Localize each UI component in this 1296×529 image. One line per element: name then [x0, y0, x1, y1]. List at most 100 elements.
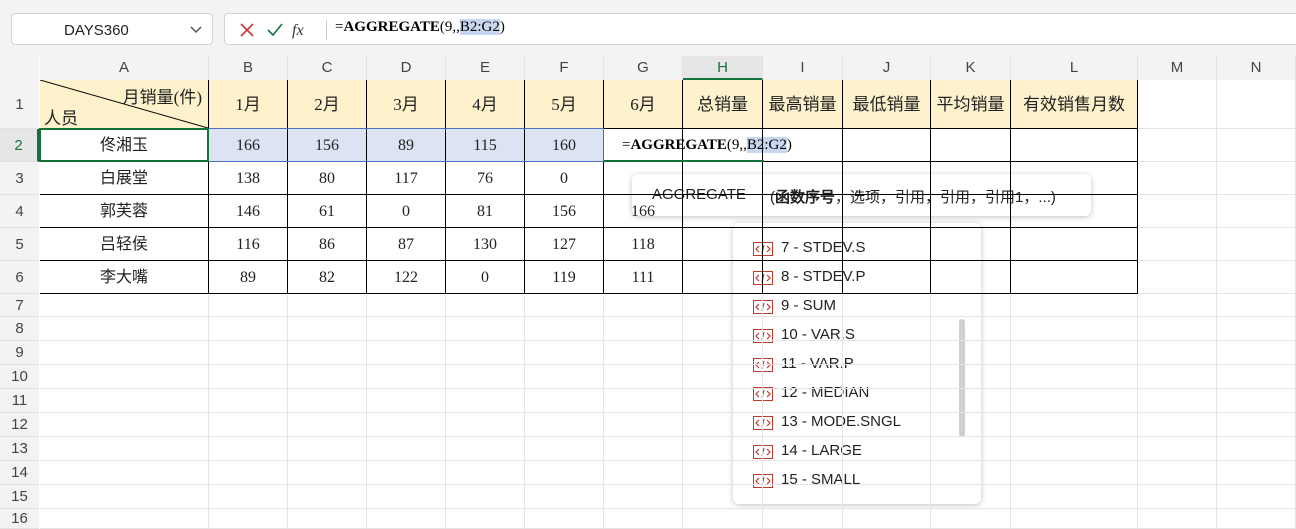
- cell-value[interactable]: [843, 129, 931, 162]
- cell-value[interactable]: 130: [446, 228, 525, 261]
- cell[interactable]: [604, 485, 683, 509]
- cell[interactable]: [40, 294, 209, 317]
- cell[interactable]: [288, 509, 367, 529]
- cell-value[interactable]: [931, 162, 1011, 195]
- header-cell-metric[interactable]: 平均销量: [931, 80, 1011, 129]
- cell[interactable]: [931, 389, 1011, 413]
- column-header-l[interactable]: L: [1011, 56, 1138, 80]
- cell[interactable]: [209, 341, 288, 365]
- cell[interactable]: [1138, 80, 1217, 129]
- cell[interactable]: [683, 317, 763, 341]
- cell-value[interactable]: [683, 261, 763, 294]
- cell[interactable]: [763, 365, 843, 389]
- cell[interactable]: [1217, 195, 1296, 228]
- cell[interactable]: [843, 341, 931, 365]
- cell[interactable]: [604, 461, 683, 485]
- cell-value[interactable]: 156: [525, 195, 604, 228]
- cell[interactable]: [843, 485, 931, 509]
- cell-value[interactable]: [1011, 195, 1138, 228]
- cell-value[interactable]: 87: [367, 228, 446, 261]
- cell-value[interactable]: 76: [446, 162, 525, 195]
- column-header-j[interactable]: J: [843, 56, 931, 80]
- row-header-5[interactable]: 5: [0, 228, 39, 261]
- column-header-a[interactable]: A: [40, 56, 209, 80]
- cell-value[interactable]: [604, 162, 683, 195]
- cell[interactable]: [683, 437, 763, 461]
- cell[interactable]: [1217, 389, 1296, 413]
- cell[interactable]: [525, 413, 604, 437]
- cell[interactable]: [683, 509, 763, 529]
- cell[interactable]: [209, 389, 288, 413]
- cell-name[interactable]: 郭芙蓉: [40, 195, 209, 228]
- header-cell-month[interactable]: 4月: [446, 80, 525, 129]
- cell[interactable]: [931, 413, 1011, 437]
- cell[interactable]: [1011, 317, 1138, 341]
- cell[interactable]: [604, 317, 683, 341]
- cell-value[interactable]: 117: [367, 162, 446, 195]
- header-cell-metric[interactable]: 最高销量: [763, 80, 843, 129]
- cell[interactable]: [1138, 413, 1217, 437]
- cell[interactable]: [288, 485, 367, 509]
- cell[interactable]: [683, 461, 763, 485]
- cell-value[interactable]: [843, 261, 931, 294]
- cell[interactable]: [367, 485, 446, 509]
- cell-value[interactable]: 166: [209, 129, 288, 162]
- select-all-corner[interactable]: [0, 56, 39, 80]
- cell[interactable]: [763, 509, 843, 529]
- row-header-16[interactable]: 16: [0, 509, 39, 529]
- cell-value[interactable]: 80: [288, 162, 367, 195]
- cell[interactable]: [843, 437, 931, 461]
- column-header-e[interactable]: E: [446, 56, 525, 80]
- cell[interactable]: [683, 389, 763, 413]
- cell[interactable]: [1011, 341, 1138, 365]
- column-header-d[interactable]: D: [367, 56, 446, 80]
- cell[interactable]: [367, 509, 446, 529]
- cell[interactable]: [525, 341, 604, 365]
- cell[interactable]: [1217, 509, 1296, 529]
- cell-value[interactable]: [1011, 162, 1138, 195]
- cell[interactable]: [931, 294, 1011, 317]
- cell[interactable]: [931, 437, 1011, 461]
- cell[interactable]: [367, 437, 446, 461]
- cell[interactable]: [525, 294, 604, 317]
- cell[interactable]: [446, 294, 525, 317]
- cell[interactable]: [1138, 129, 1217, 162]
- cell[interactable]: [367, 341, 446, 365]
- cell[interactable]: [446, 485, 525, 509]
- cell[interactable]: [288, 294, 367, 317]
- cell[interactable]: [763, 485, 843, 509]
- cell-value[interactable]: [683, 129, 763, 162]
- cell[interactable]: [525, 437, 604, 461]
- cell[interactable]: [446, 389, 525, 413]
- cell[interactable]: [1138, 365, 1217, 389]
- cell[interactable]: [525, 509, 604, 529]
- cell-value[interactable]: 138: [209, 162, 288, 195]
- cell[interactable]: [1138, 294, 1217, 317]
- row-header-6[interactable]: 6: [0, 261, 39, 294]
- cell[interactable]: [367, 365, 446, 389]
- cell[interactable]: [209, 461, 288, 485]
- row-header-8[interactable]: 8: [0, 317, 39, 341]
- formula-text[interactable]: =AGGREGATE(9,,B2:G2): [335, 19, 505, 36]
- cell-value[interactable]: 160: [525, 129, 604, 162]
- cell-value[interactable]: 0: [525, 162, 604, 195]
- cell[interactable]: [683, 485, 763, 509]
- cell[interactable]: [446, 317, 525, 341]
- cell[interactable]: [1011, 365, 1138, 389]
- row-header-3[interactable]: 3: [0, 162, 39, 195]
- cell[interactable]: [1217, 294, 1296, 317]
- cell[interactable]: [604, 389, 683, 413]
- cell[interactable]: [931, 317, 1011, 341]
- cell[interactable]: [367, 413, 446, 437]
- cell[interactable]: [931, 341, 1011, 365]
- cell[interactable]: [1138, 228, 1217, 261]
- cell[interactable]: [843, 413, 931, 437]
- cell[interactable]: [763, 437, 843, 461]
- cell[interactable]: [931, 365, 1011, 389]
- row-header-7[interactable]: 7: [0, 294, 39, 317]
- column-header-m[interactable]: M: [1138, 56, 1217, 80]
- cell[interactable]: [209, 509, 288, 529]
- cell-value[interactable]: 89: [209, 261, 288, 294]
- cell[interactable]: [843, 389, 931, 413]
- check-icon[interactable]: [265, 20, 285, 40]
